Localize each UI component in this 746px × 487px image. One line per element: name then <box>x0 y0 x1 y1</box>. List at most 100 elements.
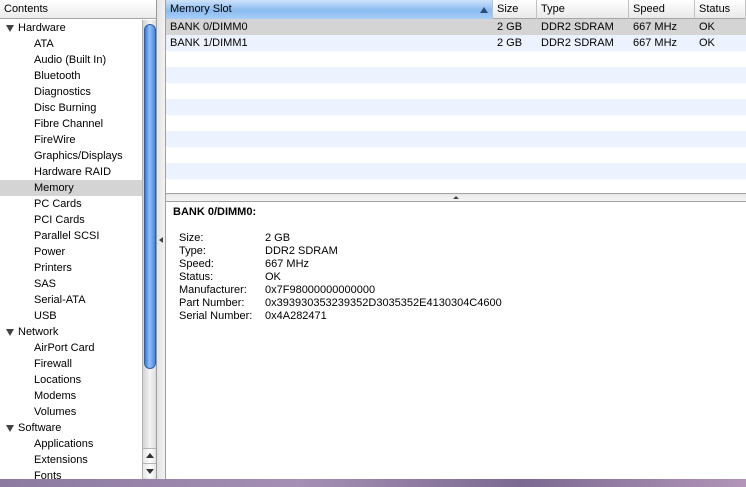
disclosure-triangle-icon[interactable] <box>6 25 14 32</box>
tree-group-label: Network <box>18 326 59 338</box>
detail-label: Size: <box>179 232 204 244</box>
contents-tree: Hardware ATA Audio (Built In) Bluetooth Diag… <box>0 20 142 479</box>
arrow-down-icon <box>146 469 154 474</box>
detail-row: Speed: 667 MHz <box>179 258 502 271</box>
detail-fields: Size: 2 GB Type: DDR2 SDRAM Speed: 667 MHz Sta… <box>179 232 502 323</box>
table-row-empty <box>166 131 746 147</box>
column-type[interactable]: Type <box>537 0 629 19</box>
vertical-split-handle[interactable] <box>157 0 166 479</box>
table-body: BANK 0/DIMM0 2 GB DDR2 SDRAM 667 MHz OK BANK … <box>166 19 746 193</box>
detail-value: 0x7F98000000000000 <box>265 284 376 296</box>
desktop-background <box>0 479 746 487</box>
disclosure-triangle-icon[interactable] <box>6 329 14 336</box>
sidebar-item-sas[interactable]: SAS <box>0 276 142 292</box>
detail-value: OK <box>265 271 281 283</box>
detail-label: Part Number: <box>179 297 245 309</box>
collapse-up-icon[interactable] <box>453 196 459 199</box>
detail-pane: BANK 0/DIMM0: Size: 2 GB Type: DDR2 SDRAM Sp… <box>166 202 746 479</box>
sidebar-item-applications[interactable]: Applications <box>0 436 142 452</box>
memory-table: Memory Slot Size Type Speed Status BANK … <box>166 0 746 193</box>
sidebar-item-pc-cards[interactable]: PC Cards <box>0 196 142 212</box>
sidebar-scrollbar[interactable] <box>142 20 156 479</box>
cell-status: OK <box>699 21 715 33</box>
detail-value: 0x393930353239352D3035352E4130304C4600 <box>265 297 502 309</box>
cell-size: 2 GB <box>497 37 523 49</box>
sidebar-item-diagnostics[interactable]: Diagnostics <box>0 84 142 100</box>
sidebar-item-graphics-displays[interactable]: Graphics/Displays <box>0 148 142 164</box>
sidebar-item-locations[interactable]: Locations <box>0 372 142 388</box>
sidebar-item-power[interactable]: Power <box>0 244 142 260</box>
table-row-empty <box>166 179 746 193</box>
table-row-empty <box>166 147 746 163</box>
detail-label: Speed: <box>179 258 214 270</box>
column-status[interactable]: Status <box>695 0 746 19</box>
table-row[interactable]: BANK 1/DIMM1 2 GB DDR2 SDRAM 667 MHz OK <box>166 35 746 51</box>
table-row-empty <box>166 83 746 99</box>
sidebar-item-firewall[interactable]: Firewall <box>0 356 142 372</box>
table-row-empty <box>166 163 746 179</box>
cell-status: OK <box>699 37 715 49</box>
sidebar-item-firewire[interactable]: FireWire <box>0 132 142 148</box>
tree-group-software[interactable]: Software <box>0 420 142 436</box>
sidebar-item-volumes[interactable]: Volumes <box>0 404 142 420</box>
detail-row: Type: DDR2 SDRAM <box>179 245 502 258</box>
sidebar-item-hardware-raid[interactable]: Hardware RAID <box>0 164 142 180</box>
sidebar: Contents Hardware ATA Audio (Built In) Blue… <box>0 0 157 479</box>
table-row-empty <box>166 99 746 115</box>
sidebar-item-ata[interactable]: ATA <box>0 36 142 52</box>
sidebar-item-extensions[interactable]: Extensions <box>0 452 142 468</box>
tree-group-hardware[interactable]: Hardware <box>0 20 142 36</box>
table-row[interactable]: BANK 0/DIMM0 2 GB DDR2 SDRAM 667 MHz OK <box>166 19 746 35</box>
cell-size: 2 GB <box>497 21 523 33</box>
sidebar-item-parallel-scsi[interactable]: Parallel SCSI <box>0 228 142 244</box>
cell-speed: 667 MHz <box>633 21 678 33</box>
detail-row: Status: OK <box>179 271 502 284</box>
scroll-up-button[interactable] <box>143 448 156 463</box>
column-speed[interactable]: Speed <box>629 0 695 19</box>
sidebar-item-serial-ata[interactable]: Serial-ATA <box>0 292 142 308</box>
table-header: Memory Slot Size Type Speed Status <box>166 0 746 19</box>
scroll-thumb[interactable] <box>144 24 156 369</box>
column-label: Memory Slot <box>170 3 232 15</box>
cell-type: DDR2 SDRAM <box>541 21 614 33</box>
detail-label: Serial Number: <box>179 310 253 322</box>
cell-type: DDR2 SDRAM <box>541 37 614 49</box>
collapse-left-icon[interactable] <box>159 237 163 243</box>
detail-title: BANK 0/DIMM0: <box>173 206 257 218</box>
detail-value: 0x4A282471 <box>265 310 327 322</box>
table-row-empty <box>166 51 746 67</box>
column-memory-slot[interactable]: Memory Slot <box>166 0 493 19</box>
cell-slot: BANK 0/DIMM0 <box>170 21 248 33</box>
sidebar-item-airport-card[interactable]: AirPort Card <box>0 340 142 356</box>
sidebar-header[interactable]: Contents <box>0 0 156 19</box>
detail-value: DDR2 SDRAM <box>265 245 338 257</box>
sidebar-item-audio-built-in[interactable]: Audio (Built In) <box>0 52 142 68</box>
sidebar-item-memory[interactable]: Memory <box>0 180 142 196</box>
detail-value: 2 GB <box>265 232 291 244</box>
cell-speed: 667 MHz <box>633 37 678 49</box>
detail-label: Manufacturer: <box>179 284 247 296</box>
sidebar-item-printers[interactable]: Printers <box>0 260 142 276</box>
tree-group-label: Hardware <box>18 22 66 34</box>
detail-row: Manufacturer: 0x7F98000000000000 <box>179 284 502 297</box>
sidebar-item-pci-cards[interactable]: PCI Cards <box>0 212 142 228</box>
column-size[interactable]: Size <box>493 0 537 19</box>
sidebar-item-modems[interactable]: Modems <box>0 388 142 404</box>
sidebar-item-bluetooth[interactable]: Bluetooth <box>0 68 142 84</box>
sidebar-item-fonts[interactable]: Fonts <box>0 468 142 479</box>
sidebar-item-usb[interactable]: USB <box>0 308 142 324</box>
sort-ascending-icon <box>480 7 488 13</box>
sidebar-item-fibre-channel[interactable]: Fibre Channel <box>0 116 142 132</box>
tree-group-network[interactable]: Network <box>0 324 142 340</box>
detail-row: Size: 2 GB <box>179 232 502 245</box>
horizontal-split-handle[interactable] <box>166 193 746 202</box>
table-row-empty <box>166 67 746 83</box>
detail-row: Serial Number: 0x4A282471 <box>179 310 502 323</box>
tree-group-label: Software <box>18 422 62 434</box>
disclosure-triangle-icon[interactable] <box>6 425 14 432</box>
detail-row: Part Number: 0x393930353239352D3035352E41… <box>179 297 502 310</box>
detail-label: Type: <box>179 245 206 257</box>
scroll-down-button[interactable] <box>143 463 156 478</box>
cell-slot: BANK 1/DIMM1 <box>170 37 248 49</box>
sidebar-item-disc-burning[interactable]: Disc Burning <box>0 100 142 116</box>
